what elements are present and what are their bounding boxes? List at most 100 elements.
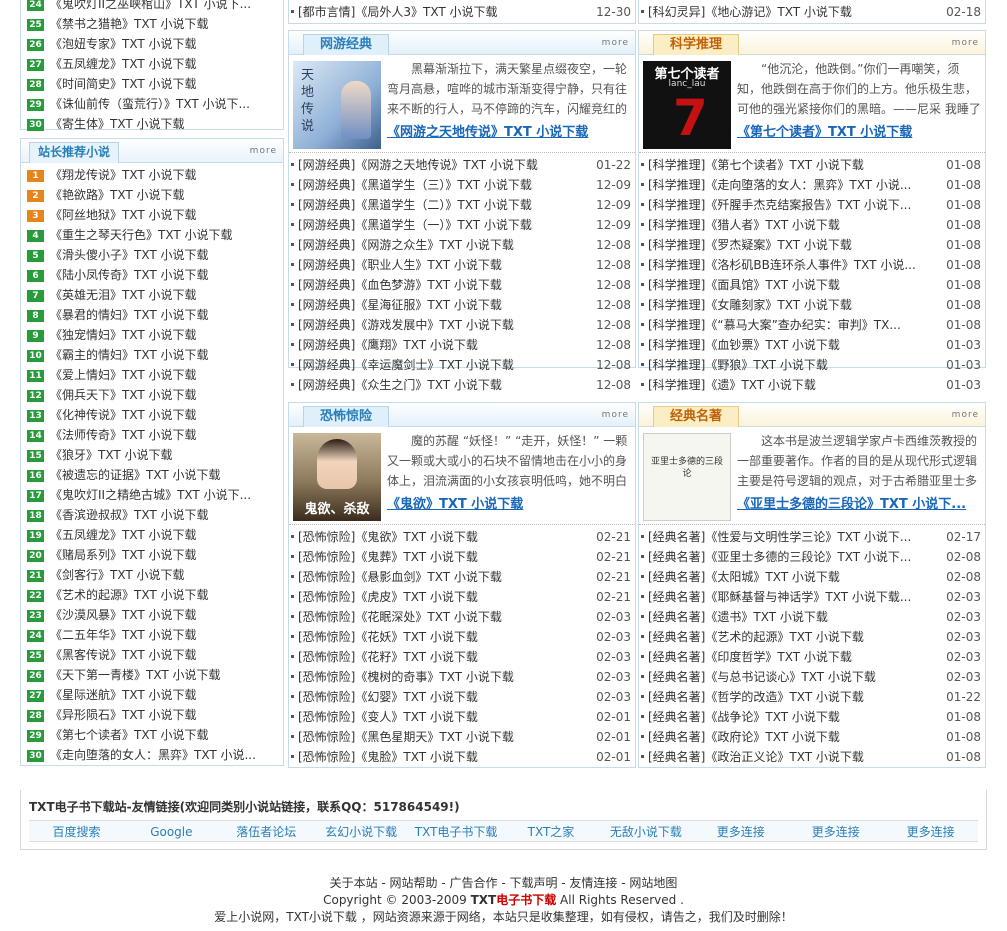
list-item[interactable]: [网游经典]《鹰翔》TXT 小说下载 12-08 xyxy=(291,335,631,355)
list-item[interactable]: [经典名著]《战争论》TXT 小说下载 01-08 xyxy=(641,707,981,727)
list-item[interactable]: 2 《艳欲路》TXT 小说下载 xyxy=(27,185,277,205)
list-item[interactable]: [恐怖惊险]《花妖》TXT 小说下载 02-03 xyxy=(291,627,631,647)
list-item[interactable]: 19 《五凤缠龙》TXT 小说下载 xyxy=(27,525,277,545)
feature-link[interactable]: 《鬼欲》TXT 小说下载 xyxy=(387,493,631,512)
list-item[interactable]: [科学推理]《遗》TXT 小说下载 01-03 xyxy=(641,375,981,395)
list-item[interactable]: 18 《香滨逊叔叔》TXT 小说下载 xyxy=(27,505,277,525)
list-item[interactable]: 30 《寄生体》TXT 小说下载 xyxy=(27,114,277,134)
friend-link[interactable]: 百度搜索 xyxy=(29,821,124,841)
list-item[interactable]: [科学推理]《血钞票》TXT 小说下载 01-03 xyxy=(641,335,981,355)
list-item[interactable]: 21 《剑客行》TXT 小说下载 xyxy=(27,565,277,585)
list-item[interactable]: 20 《赌局系列》TXT 小说下载 xyxy=(27,545,277,565)
list-item[interactable]: [科学推理]《洛杉矶BB连环杀人事件》TXT 小说... 01-08 xyxy=(641,255,981,275)
book-cover[interactable]: 亚里士多德的三段论 xyxy=(643,433,731,521)
list-item[interactable]: [经典名著]《太阳城》TXT 小说下载 02-08 xyxy=(641,567,981,587)
list-item[interactable]: [恐怖惊险]《虎皮》TXT 小说下载 02-21 xyxy=(291,587,631,607)
list-item[interactable]: [经典名著]《哲学的改造》TXT 小说下载 01-22 xyxy=(641,687,981,707)
list-item[interactable]: [科幻灵异]《地心游记》TXT 小说下载 02-18 xyxy=(641,2,981,22)
list-item[interactable]: [恐怖惊险]《黑色星期天》TXT 小说下载 02-01 xyxy=(291,727,631,747)
list-item[interactable]: 25 《禁书之猎艳》TXT 小说下载 xyxy=(27,14,277,34)
list-item[interactable]: [科学推理]《野狼》TXT 小说下载 01-03 xyxy=(641,355,981,375)
list-item[interactable]: [网游经典]《星海征服》TXT 小说下载 12-08 xyxy=(291,295,631,315)
list-item[interactable]: 8 《暴君的情妇》TXT 小说下载 xyxy=(27,305,277,325)
list-item[interactable]: [网游经典]《黑道学生（三）》TXT 小说下载 12-09 xyxy=(291,175,631,195)
list-item[interactable]: 28 《时间简史》TXT 小说下载 xyxy=(27,74,277,94)
list-item[interactable]: 27 《星际迷航》TXT 小说下载 xyxy=(27,685,277,705)
list-item[interactable]: 1 《翔龙传说》TXT 小说下载 xyxy=(27,165,277,185)
list-item[interactable]: 14 《法师传奇》TXT 小说下载 xyxy=(27,425,277,445)
list-item[interactable]: 13 《化神传说》TXT 小说下载 xyxy=(27,405,277,425)
list-item[interactable]: 3 《阿丝地狱》TXT 小说下载 xyxy=(27,205,277,225)
list-item[interactable]: 12 《佣兵天下》TXT 小说下载 xyxy=(27,385,277,405)
friend-link[interactable]: Google xyxy=(124,821,219,841)
footer-nav[interactable]: 关于本站 - 网站帮助 - 广告合作 - 下载声明 - 友情连接 - 网站地图 xyxy=(0,875,1007,892)
list-item[interactable]: 9 《独宠情妇》TXT 小说下载 xyxy=(27,325,277,345)
friend-link[interactable]: 更多连接 xyxy=(883,821,978,841)
list-item[interactable]: 15 《狼牙》TXT 小说下载 xyxy=(27,445,277,465)
list-item[interactable]: [恐怖惊险]《槐树的奇事》TXT 小说下载 02-03 xyxy=(291,667,631,687)
friend-link[interactable]: 无敌小说下载 xyxy=(598,821,693,841)
list-item[interactable]: [科学推理]《第七个读者》TXT 小说下载 01-08 xyxy=(641,155,981,175)
list-item[interactable]: [经典名著]《政府论》TXT 小说下载 01-08 xyxy=(641,727,981,747)
list-item[interactable]: [科学推理]《猎人者》TXT 小说下载 01-08 xyxy=(641,215,981,235)
list-item[interactable]: 30 《走向堕落的女人：黑弈》TXT 小说... xyxy=(27,745,277,765)
list-item[interactable]: [经典名著]《印度哲学》TXT 小说下载 02-03 xyxy=(641,647,981,667)
list-item[interactable]: [科学推理]《歼腥手杰克结案报告》TXT 小说下... 01-08 xyxy=(641,195,981,215)
friend-link[interactable]: 更多连接 xyxy=(788,821,883,841)
list-item[interactable]: [网游经典]《黑道学生（一）》TXT 小说下载 12-09 xyxy=(291,215,631,235)
list-item[interactable]: [经典名著]《政治正义论》TXT 小说下载 01-08 xyxy=(641,747,981,767)
list-item[interactable]: 22 《艺术的起源》TXT 小说下载 xyxy=(27,585,277,605)
list-item[interactable]: 7 《英雄无泪》TXT 小说下载 xyxy=(27,285,277,305)
list-item[interactable]: [经典名著]《性爱与文明性学三论》TXT 小说下... 02-17 xyxy=(641,527,981,547)
list-item[interactable]: 24 《鬼吹灯II之巫峡棺山》TXT 小说下... xyxy=(27,0,277,14)
list-item[interactable]: [科学推理]《走向堕落的女人：黑弈》TXT 小说... 01-08 xyxy=(641,175,981,195)
list-item[interactable]: [恐怖惊险]《鬼葬》TXT 小说下载 02-21 xyxy=(291,547,631,567)
book-cover[interactable]: 天地传说 xyxy=(293,61,381,149)
friend-link[interactable]: 更多连接 xyxy=(693,821,788,841)
list-item[interactable]: 24 《二五年华》TXT 小说下载 xyxy=(27,625,277,645)
list-item[interactable]: 29 《诛仙前传（蛮荒行）》TXT 小说下... xyxy=(27,94,277,114)
book-cover[interactable]: 鬼欲、杀敌 xyxy=(293,433,381,521)
list-item[interactable]: [恐怖惊险]《变人》TXT 小说下载 02-01 xyxy=(291,707,631,727)
list-item[interactable]: 10 《霸主的情妇》TXT 小说下载 xyxy=(27,345,277,365)
list-item[interactable]: 11 《爱上情妇》TXT 小说下载 xyxy=(27,365,277,385)
friend-link[interactable]: 落伍者论坛 xyxy=(219,821,314,841)
list-item[interactable]: [网游经典]《幸运魔剑士》TXT 小说下载 12-08 xyxy=(291,355,631,375)
list-item[interactable]: 26 《泡妞专家》TXT 小说下载 xyxy=(27,34,277,54)
list-item[interactable]: [网游经典]《网游之众生》TXT 小说下载 12-08 xyxy=(291,235,631,255)
list-item[interactable]: [经典名著]《耶稣基督与神话学》TXT 小说下载... 02-03 xyxy=(641,587,981,607)
list-item[interactable]: 23 《沙漠风暴》TXT 小说下载 xyxy=(27,605,277,625)
list-item[interactable]: [恐怖惊险]《幻婴》TXT 小说下载 02-03 xyxy=(291,687,631,707)
list-item[interactable]: [网游经典]《黑道学生（二）》TXT 小说下载 12-09 xyxy=(291,195,631,215)
list-item[interactable]: [都市言情]《局外人3》TXT 小说下载 12-30 xyxy=(291,2,631,22)
recommend-more-link[interactable]: more xyxy=(250,146,277,156)
list-item[interactable]: [经典名著]《遗书》TXT 小说下载 02-03 xyxy=(641,607,981,627)
list-item[interactable]: 4 《重生之琴天行色》TXT 小说下载 xyxy=(27,225,277,245)
list-item[interactable]: [科学推理]《面具馆》TXT 小说下载 01-08 xyxy=(641,275,981,295)
list-item[interactable]: [恐怖惊险]《鬼脸》TXT 小说下载 02-01 xyxy=(291,747,631,767)
list-item[interactable]: [经典名著]《艺术的起源》TXT 小说下载 02-03 xyxy=(641,627,981,647)
list-item[interactable]: 26 《天下第一青楼》TXT 小说下载 xyxy=(27,665,277,685)
list-item[interactable]: [科学推理]《女雕刻家》TXT 小说下载 01-08 xyxy=(641,295,981,315)
list-item[interactable]: [恐怖惊险]《悬影血剑》TXT 小说下载 02-21 xyxy=(291,567,631,587)
list-item[interactable]: 16 《被遗忘的证据》TXT 小说下载 xyxy=(27,465,277,485)
list-item[interactable]: [科学推理]《“慕马大案”查办纪实：审判》TX... 01-08 xyxy=(641,315,981,335)
list-item[interactable]: 6 《陆小凤传奇》TXT 小说下载 xyxy=(27,265,277,285)
list-item[interactable]: 25 《黑客传说》TXT 小说下载 xyxy=(27,645,277,665)
list-item[interactable]: [网游经典]《游戏发展中》TXT 小说下载 12-08 xyxy=(291,315,631,335)
list-item[interactable]: [恐怖惊险]《鬼欲》TXT 小说下载 02-21 xyxy=(291,527,631,547)
feature-link[interactable]: 《第七个读者》TXT 小说下载 xyxy=(737,121,981,140)
list-item[interactable]: [网游经典]《职业人生》TXT 小说下载 12-08 xyxy=(291,255,631,275)
book-cover[interactable]: 第七个读者 lanc_lau 7 xyxy=(643,61,731,149)
list-item[interactable]: [科学推理]《罗杰疑案》TXT 小说下载 01-08 xyxy=(641,235,981,255)
list-item[interactable]: [网游经典]《血色梦游》TXT 小说下载 12-08 xyxy=(291,275,631,295)
list-item[interactable]: 27 《五凤缠龙》TXT 小说下载 xyxy=(27,54,277,74)
list-item[interactable]: [恐怖惊险]《花籽》TXT 小说下载 02-03 xyxy=(291,647,631,667)
list-item[interactable]: [网游经典]《网游之天地传说》TXT 小说下载 01-22 xyxy=(291,155,631,175)
list-item[interactable]: 28 《异形陨石》TXT 小说下载 xyxy=(27,705,277,725)
list-item[interactable]: [恐怖惊险]《花眠深处》TXT 小说下载 02-03 xyxy=(291,607,631,627)
list-item[interactable]: 17 《鬼吹灯II之精绝古城》TXT 小说下... xyxy=(27,485,277,505)
list-item[interactable]: [经典名著]《与总书记谈心》TXT 小说下载 02-03 xyxy=(641,667,981,687)
list-item[interactable]: 5 《滑头傻小子》TXT 小说下载 xyxy=(27,245,277,265)
more-link[interactable]: more xyxy=(952,38,979,48)
